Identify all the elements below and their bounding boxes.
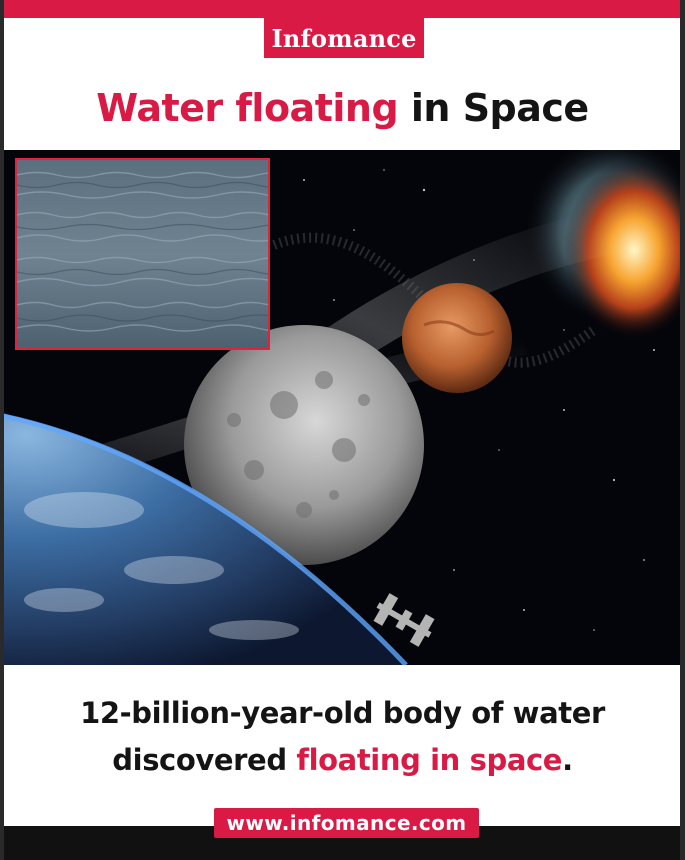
post-card: Infomance Water floating in Space 12-bil… bbox=[0, 0, 685, 860]
right-frame-edge bbox=[680, 0, 685, 860]
brand-logo: Infomance bbox=[264, 18, 424, 58]
caption-accent: floating in space bbox=[296, 743, 563, 777]
headline-accent: Water floating bbox=[96, 86, 399, 130]
caption-line-2-start: discovered bbox=[112, 743, 297, 777]
caption-line-2: discovered floating in space. bbox=[0, 737, 685, 784]
caption: 12-billion-year-old body of water discov… bbox=[0, 690, 685, 784]
headline-rest: in Space bbox=[398, 86, 589, 130]
headline: Water floating in Space bbox=[0, 86, 685, 130]
website-url-badge[interactable]: www.infomance.com bbox=[214, 808, 479, 838]
left-frame-edge bbox=[0, 0, 4, 860]
top-accent-bar bbox=[0, 0, 685, 18]
caption-line-2-end: . bbox=[562, 743, 573, 777]
caption-line-1: 12-billion-year-old body of water bbox=[80, 696, 605, 730]
water-inset-image bbox=[15, 158, 270, 350]
water-surface-illustration bbox=[17, 160, 268, 348]
